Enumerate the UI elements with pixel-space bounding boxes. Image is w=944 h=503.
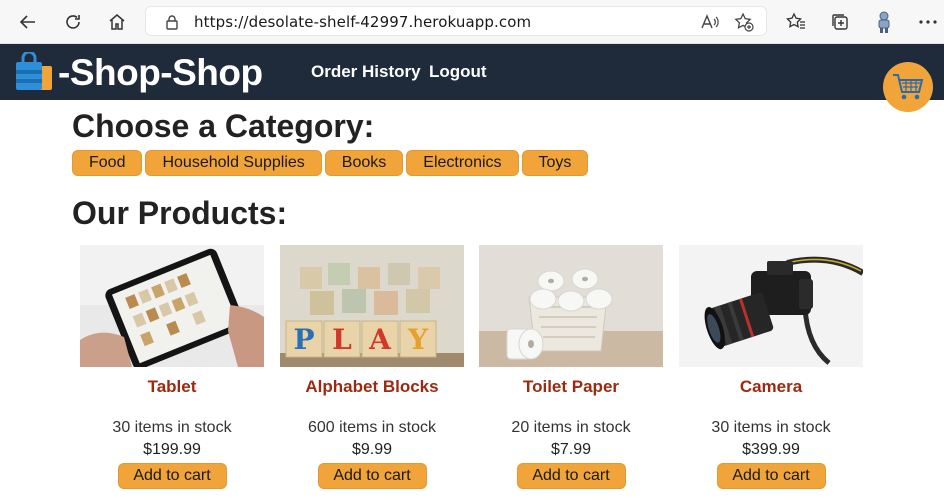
shopping-cart-icon <box>893 74 924 100</box>
home-icon <box>109 14 125 30</box>
back-arrow-icon <box>19 15 35 29</box>
category-electronics-button[interactable]: Electronics <box>406 150 519 176</box>
product-card-tablet: Tablet 30 items in stock $199.99 Add to … <box>80 245 264 489</box>
lock-icon[interactable] <box>162 12 182 32</box>
product-name-alphabet-blocks[interactable]: Alphabet Blocks <box>280 377 464 399</box>
add-to-cart-button-camera[interactable]: Add to cart <box>716 463 826 489</box>
address-bar[interactable]: https://desolate-shelf-42997.herokuapp.c… <box>145 6 767 36</box>
product-card-camera: Camera 30 items in stock $399.99 Add to … <box>679 245 863 489</box>
product-card-toilet-paper: Toilet Paper 20 items in stock $7.99 Add… <box>479 245 663 489</box>
read-aloud-icon[interactable] <box>700 12 720 32</box>
product-name-toilet-paper[interactable]: Toilet Paper <box>479 377 663 399</box>
shopping-bag-logo-icon <box>16 52 52 90</box>
product-card-alphabet-blocks: P L A Y Alphabet Blocks 600 items in sto… <box>280 245 464 489</box>
product-price-toilet-paper: $7.99 <box>550 441 592 458</box>
block-letter-p: P <box>293 323 314 356</box>
category-food-button[interactable]: Food <box>72 150 143 176</box>
refresh-icon <box>66 15 80 29</box>
back-button[interactable] <box>14 8 42 36</box>
product-name-tablet[interactable]: Tablet <box>80 377 264 399</box>
product-name-camera[interactable]: Camera <box>679 377 863 399</box>
more-dots-icon <box>919 20 937 24</box>
category-list: Food Household Supplies Books Electronic… <box>72 150 589 176</box>
favorites-star-icon <box>786 12 805 29</box>
category-household-button[interactable]: Household Supplies <box>145 150 322 176</box>
block-letter-l: L <box>332 323 352 356</box>
products-heading: Our Products: <box>72 195 288 231</box>
product-image-camera[interactable] <box>679 245 863 367</box>
product-price-tablet: $199.99 <box>143 441 201 458</box>
product-price-alphabet-blocks: $9.99 <box>351 441 393 458</box>
site-header: -Shop-Shop Order History Logout <box>0 44 944 100</box>
profile-button[interactable] <box>870 8 898 36</box>
block-letter-a: A <box>368 323 392 356</box>
browser-toolbar: https://desolate-shelf-42997.herokuapp.c… <box>0 0 944 44</box>
more-menu-button[interactable] <box>914 8 942 36</box>
favorites-button[interactable] <box>782 8 810 36</box>
cart-button[interactable] <box>883 62 933 112</box>
add-to-cart-button-alphabet-blocks[interactable]: Add to cart <box>317 463 427 489</box>
category-heading: Choose a Category: <box>72 108 375 144</box>
product-image-tablet[interactable] <box>80 245 264 367</box>
add-to-cart-button-toilet-paper[interactable]: Add to cart <box>516 463 626 489</box>
collections-button[interactable] <box>826 8 854 36</box>
nav-order-history[interactable]: Order History <box>311 62 421 82</box>
product-stock-camera: 30 items in stock <box>711 419 831 436</box>
profile-avatar-icon <box>878 11 890 33</box>
product-image-toilet-paper[interactable] <box>479 245 663 367</box>
nav-logout[interactable]: Logout <box>429 62 487 82</box>
product-price-camera: $399.99 <box>742 441 800 458</box>
category-toys-button[interactable]: Toys <box>521 150 589 176</box>
add-favorite-icon[interactable] <box>734 12 754 32</box>
category-books-button[interactable]: Books <box>324 150 404 176</box>
add-to-cart-button-tablet[interactable]: Add to cart <box>117 463 227 489</box>
refresh-button[interactable] <box>59 8 87 36</box>
url-text[interactable]: https://desolate-shelf-42997.herokuapp.c… <box>194 13 531 31</box>
product-image-alphabet-blocks[interactable]: P L A Y <box>280 245 464 367</box>
block-letter-y: Y <box>407 323 429 356</box>
home-button[interactable] <box>103 8 131 36</box>
collections-icon <box>832 14 848 30</box>
site-title[interactable]: -Shop-Shop <box>58 52 263 94</box>
product-stock-alphabet-blocks: 600 items in stock <box>307 419 437 436</box>
product-stock-tablet: 30 items in stock <box>112 419 232 436</box>
product-stock-toilet-paper: 20 items in stock <box>511 419 631 436</box>
